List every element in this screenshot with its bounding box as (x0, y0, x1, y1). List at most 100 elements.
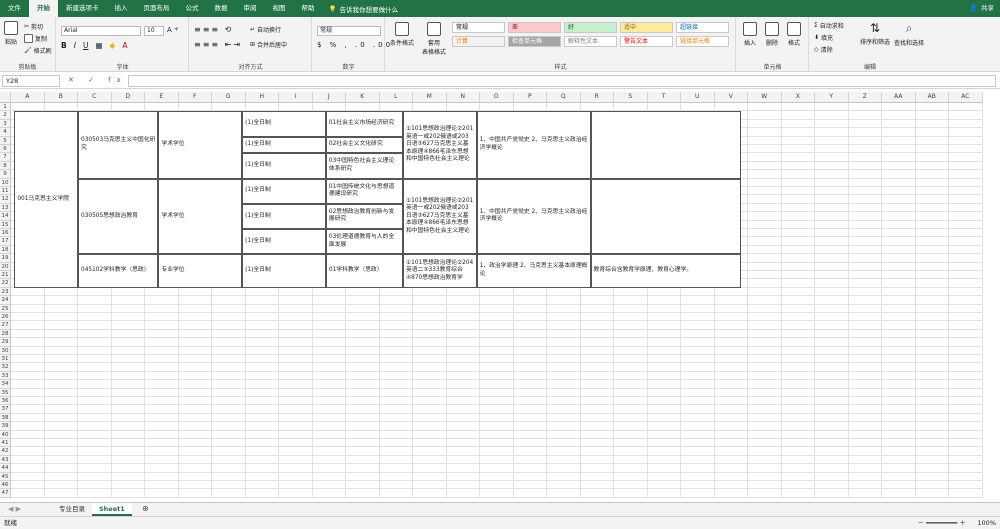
row-header[interactable]: 35 (0, 388, 11, 397)
cell-style-7[interactable]: 解释性文本 (564, 36, 617, 47)
column-header[interactable]: Y (815, 92, 849, 103)
row-header[interactable]: 36 (0, 397, 11, 406)
row-header[interactable]: 18 (0, 245, 11, 255)
column-header[interactable]: X (781, 92, 815, 103)
cell-style-1[interactable]: 差 (508, 22, 561, 33)
row-header[interactable]: 31 (0, 355, 11, 364)
row-header[interactable]: 16 (0, 229, 11, 238)
underline-button[interactable]: U (83, 41, 89, 50)
exam-subjects-cell[interactable]: ①101思想政治理论②201英语一或202俄语或203日语③627马克思主义基本… (402, 111, 477, 179)
row-header[interactable]: 46 (0, 481, 11, 490)
row-header[interactable]: 24 (0, 296, 11, 305)
bold-button[interactable]: B (61, 41, 67, 50)
row-header[interactable]: 28 (0, 329, 11, 339)
sort-filter-button[interactable]: ⇅ 排序和筛选 (860, 21, 890, 46)
study-mode-cell[interactable]: (1)全日制 (242, 153, 326, 179)
row-header[interactable]: 32 (0, 363, 11, 372)
column-header[interactable]: AC (949, 92, 983, 103)
research-direction-cell[interactable]: 03中国特色社会主义理论体系研究 (325, 153, 403, 179)
clear-button[interactable]: ◇ 清除 (814, 45, 833, 54)
study-mode-cell[interactable]: (1)全日制 (242, 111, 326, 137)
merge-center-button[interactable]: ⊞ 合并后居中 (250, 40, 287, 49)
row-header[interactable]: 4 (0, 128, 11, 137)
column-header[interactable]: N (446, 92, 480, 103)
row-header[interactable]: 42 (0, 447, 11, 456)
exam-subjects-cell[interactable]: ①101思想政治理论②204英语二③333教育综合④870思想政治教育学 (402, 254, 477, 288)
row-header[interactable]: 6 (0, 145, 11, 154)
row-header[interactable]: 11 (0, 187, 11, 196)
column-header[interactable]: AA (882, 92, 916, 103)
row-header[interactable]: 41 (0, 439, 11, 448)
sheet-nav-arrows[interactable]: ◀ ▶ (8, 505, 21, 513)
tab-view[interactable]: 视图 (265, 0, 294, 17)
copy-button[interactable]: 复制 (24, 34, 47, 43)
tab-data[interactable]: 数据 (207, 0, 236, 17)
column-header[interactable]: D (111, 92, 145, 103)
column-header[interactable]: R (580, 92, 614, 103)
row-header[interactable]: 27 (0, 321, 11, 330)
row-header[interactable]: 25 (0, 304, 11, 313)
paste-button[interactable]: 粘贴 (4, 21, 18, 46)
column-header[interactable]: K (346, 92, 380, 103)
horizontal-align-icons[interactable]: ≡≡≡ ⇤⇥ (194, 40, 242, 49)
column-header[interactable]: O (480, 92, 514, 103)
tab-insert[interactable]: 插入 (107, 0, 136, 17)
research-direction-cell[interactable]: 01学科教学（思政） (325, 254, 403, 288)
notes-cell[interactable] (590, 178, 742, 255)
major-code-cell[interactable]: 030505思想政治教育 (78, 178, 159, 255)
tab-new[interactable]: 新建选项卡 (58, 0, 107, 17)
column-header[interactable]: T (647, 92, 681, 103)
font-color-icon[interactable]: A (122, 41, 127, 50)
notes-cell[interactable]: 教育综合含教育学原理、教育心理学。 (590, 254, 742, 288)
tab-home[interactable]: 开始 (29, 0, 58, 17)
row-header[interactable]: 14 (0, 212, 11, 221)
name-box[interactable]: Y28 (2, 75, 60, 87)
row-header[interactable]: 8 (0, 161, 11, 171)
study-mode-cell[interactable]: (1)全日制 (242, 229, 326, 255)
column-header[interactable]: U (681, 92, 715, 103)
retest-subjects-cell[interactable]: 1、中国共产党党史 2、马克思主义政治经济学概论 (476, 178, 591, 255)
format-painter-button[interactable]: 🖌 格式刷 (24, 46, 52, 55)
number-format-combo[interactable]: 常规 (317, 26, 381, 36)
row-header[interactable]: 23 (0, 287, 11, 297)
select-all-corner[interactable] (0, 92, 11, 103)
sheet-tab-sheet1[interactable]: Sheet1 (92, 503, 132, 516)
tell-me-box[interactable]: 💡 告诉我你想要做什么 (329, 4, 399, 14)
row-header[interactable]: 3 (0, 119, 11, 129)
row-header[interactable]: 2 (0, 111, 11, 120)
row-header[interactable]: 21 (0, 271, 11, 280)
row-header[interactable]: 43 (0, 455, 11, 465)
row-header[interactable]: 13 (0, 203, 11, 213)
row-header[interactable]: 29 (0, 338, 11, 347)
row-header[interactable]: 34 (0, 380, 11, 389)
add-sheet-icon[interactable]: ⊕ (142, 504, 149, 513)
retest-subjects-cell[interactable]: 1、中国共产党党史 2、马克思主义政治经济学概论 (476, 111, 591, 179)
autosum-button[interactable]: Σ 自动求和 (814, 21, 844, 30)
italic-button[interactable]: I (74, 41, 76, 50)
study-mode-cell[interactable]: (1)全日制 (242, 178, 326, 204)
column-header[interactable]: Z (848, 92, 882, 103)
column-header[interactable]: C (78, 92, 112, 103)
study-mode-cell[interactable]: (1)全日制 (242, 136, 326, 154)
column-header[interactable]: L (379, 92, 413, 103)
tab-formulas[interactable]: 公式 (178, 0, 207, 17)
row-header[interactable]: 9 (0, 170, 11, 179)
grow-font-button[interactable]: A + (167, 26, 179, 34)
notes-cell[interactable] (590, 111, 742, 179)
formula-input[interactable] (128, 75, 996, 87)
row-header[interactable]: 17 (0, 237, 11, 246)
tab-page-layout[interactable]: 页面布局 (136, 0, 178, 17)
cut-button[interactable]: ✂ 剪切 (24, 22, 43, 31)
row-header[interactable]: 44 (0, 464, 11, 473)
row-header[interactable]: 19 (0, 254, 11, 263)
delete-cells-button[interactable]: 删除 (765, 22, 779, 47)
row-header[interactable]: 38 (0, 413, 11, 423)
research-direction-cell[interactable]: 02思想政治教育创新与发展研究 (325, 203, 403, 229)
share-button[interactable]: 👤 共享 (970, 0, 994, 17)
conditional-format-button[interactable]: 条件格式 (390, 22, 414, 47)
tab-file[interactable]: 文件 (0, 0, 29, 17)
row-header[interactable]: 12 (0, 195, 11, 204)
cell-style-5[interactable]: 计算 (452, 36, 505, 47)
row-header[interactable]: 15 (0, 220, 11, 229)
research-direction-cell[interactable]: 01社会主义市场经济研究 (325, 111, 403, 137)
